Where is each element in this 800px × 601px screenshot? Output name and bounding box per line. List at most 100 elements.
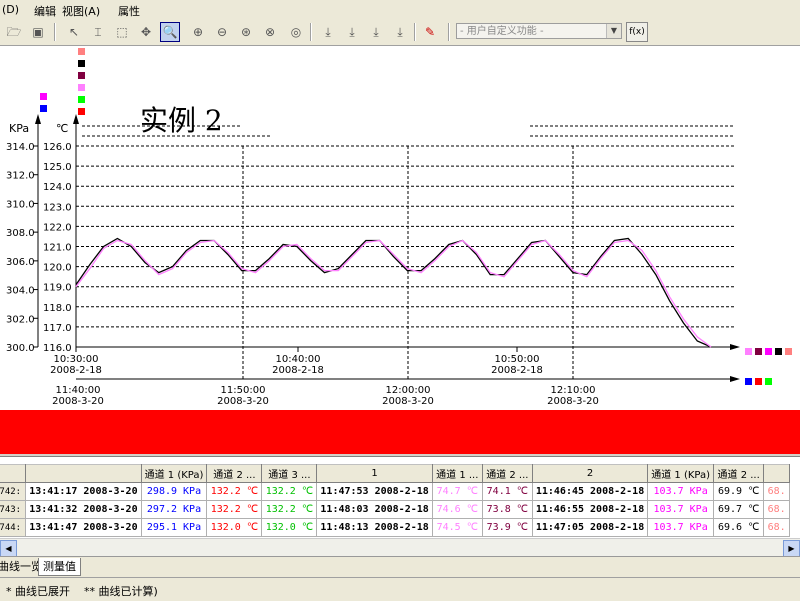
- zoom-out-icon[interactable]: ⊖: [212, 22, 232, 42]
- tick-labels: 126.0 125.0 124.0 123.0 122.0 121.0 120.0 119.0…: [6, 142, 599, 407]
- table-cell: 295.1 KPa: [140, 518, 208, 537]
- column-header[interactable]: 通道 2 ...: [713, 464, 765, 483]
- column-header[interactable]: 通道 1 (KPa): [647, 464, 715, 483]
- table-row[interactable]: 0742:13:41:17 2008-3-20298.9 KPa132.2 ℃1…: [0, 482, 790, 501]
- column-header[interactable]: 1: [316, 464, 433, 483]
- column-header[interactable]: 通道 1 (KPa): [140, 464, 208, 483]
- zoom-y-icon[interactable]: ⊗: [260, 22, 280, 42]
- horizontal-scrollbar[interactable]: ◀ ▶: [0, 538, 800, 557]
- column-header[interactable]: 通道 2 ...: [206, 464, 263, 483]
- table-cell: 132.2 ℃: [206, 500, 263, 519]
- legend-swatch: [755, 348, 762, 355]
- right-tick-label: 124.0: [43, 182, 72, 193]
- x-tick-label: 12:10:00: [551, 385, 596, 396]
- tab-measurements[interactable]: 测量值: [38, 558, 81, 576]
- toolbar-separator: [448, 23, 450, 41]
- toolbar: 🗁 ▣ ↖ ⌶ ⬚ ✥ 🔍 ⊕ ⊖ ⊛ ⊗ ◎ ⤓ ⤓ ⤓ ⤓ ✎ - 用户自定…: [0, 19, 800, 46]
- right-tick-label: 121.0: [43, 243, 72, 254]
- toolbar-separator: [54, 23, 56, 41]
- table-cell: 11:46:55 2008-2-18: [531, 500, 649, 519]
- legend-swatch: [40, 105, 47, 112]
- table-cell: 132.0 ℃: [206, 518, 263, 537]
- table-cell: 73.8 ℃: [481, 500, 533, 519]
- measurement-table[interactable]: 通道 1 (KPa) 通道 2 ... 通道 3 ... 1 通道 1 ... …: [0, 456, 800, 539]
- menu-edit[interactable]: 编辑: [34, 3, 56, 19]
- table-row[interactable]: 0744:13:41:47 2008-3-20295.1 KPa132.0 ℃ 1…: [0, 518, 790, 537]
- scroll-right-icon[interactable]: ▶: [783, 540, 800, 557]
- zoom-all-icon[interactable]: ◎: [286, 22, 306, 42]
- column-header[interactable]: [25, 464, 142, 483]
- pen-icon[interactable]: ✎: [420, 22, 440, 42]
- column-header[interactable]: [763, 464, 790, 483]
- open-icon[interactable]: 🗁: [4, 22, 24, 42]
- table-cell: 11:48:13 2008-2-18: [316, 518, 433, 537]
- legend-swatch: [745, 378, 752, 385]
- user-function-select[interactable]: - 用户自定义功能 - ▼: [456, 23, 622, 39]
- legend-layer: [40, 48, 792, 385]
- toolbar-separator: [414, 23, 416, 41]
- legend-swatch: [765, 348, 772, 355]
- axis-arrow: [730, 376, 740, 382]
- legend-swatch: [755, 378, 762, 385]
- column-header[interactable]: 通道 3 ...: [261, 464, 318, 483]
- legend-swatch: [78, 84, 85, 91]
- fx-button[interactable]: f(x): [626, 22, 648, 42]
- table-cell: 0743:: [0, 500, 27, 519]
- table-cell: 13:41:47 2008-3-20: [25, 518, 142, 537]
- marker4-icon[interactable]: ⤓: [390, 22, 410, 42]
- axis-arrow: [730, 344, 740, 350]
- trend-chart[interactable]: 实例 2 KPa ℃ 126.0 125.0 124.0 123.0 122.0 121.…: [0, 46, 800, 410]
- cursor-icon[interactable]: ⌶: [88, 22, 108, 42]
- table-cell: 74.6 ℃: [431, 500, 483, 519]
- legend-swatch: [78, 48, 85, 55]
- menu-view[interactable]: 视图(A): [62, 3, 100, 19]
- x-tick-label: 2008-2-18: [491, 365, 543, 376]
- table-cell: 298.9 KPa: [140, 482, 208, 501]
- legend-swatch: [78, 60, 85, 67]
- scroll-left-icon[interactable]: ◀: [0, 540, 17, 557]
- column-header[interactable]: 通道 1 ...: [431, 464, 483, 483]
- legend-swatch: [78, 108, 85, 115]
- column-header: [0, 464, 27, 483]
- save-icon[interactable]: ▣: [28, 22, 48, 42]
- menu-properties[interactable]: 属性: [118, 3, 140, 19]
- table-row[interactable]: 0743:13:41:32 2008-3-20297.2 KPa132.2 ℃1…: [0, 500, 790, 519]
- axis-arrow: [73, 114, 79, 124]
- left-tick-label: 312.0: [6, 171, 35, 182]
- zoom-icon[interactable]: 🔍: [160, 22, 180, 42]
- x-tick-label: 2008-3-20: [217, 396, 269, 407]
- right-tick-label: 123.0: [43, 202, 72, 213]
- pointer-icon[interactable]: ↖: [64, 22, 84, 42]
- marker3-icon[interactable]: ⤓: [366, 22, 386, 42]
- zoom-x-icon[interactable]: ⊛: [236, 22, 256, 42]
- right-tick-label: 117.0: [43, 323, 72, 334]
- column-header[interactable]: 2: [531, 464, 649, 483]
- right-tick-label: 119.0: [43, 283, 72, 294]
- table-cell: 297.2 KPa: [140, 500, 208, 519]
- legend-swatch: [78, 72, 85, 79]
- menu-file[interactable]: (D): [2, 3, 19, 16]
- table-cell: 103.7 KPa: [647, 518, 715, 537]
- table-cell: 132.2 ℃: [261, 482, 318, 501]
- move-icon[interactable]: ✥: [136, 22, 156, 42]
- table-cell: 69.7 ℃: [713, 500, 765, 519]
- column-header[interactable]: 通道 2 ...: [481, 464, 533, 483]
- table-cell: 132.2 ℃: [261, 500, 318, 519]
- box-icon[interactable]: ⬚: [112, 22, 132, 42]
- table-cell: 0742:: [0, 482, 27, 501]
- marker1-icon[interactable]: ⤓: [318, 22, 338, 42]
- right-axis-unit: ℃: [56, 122, 68, 135]
- table-cell: 132.2 ℃: [206, 482, 263, 501]
- left-tick-label: 302.0: [6, 314, 35, 325]
- x-tick-label: 10:40:00: [276, 354, 321, 365]
- table-cell: 0744:: [0, 518, 27, 537]
- x-tick-label: 11:40:00: [56, 385, 101, 396]
- toolbar-separator: [310, 23, 312, 41]
- table-cell: 11:47:05 2008-2-18: [531, 518, 649, 537]
- marker2-icon[interactable]: ⤓: [342, 22, 362, 42]
- x-tick-label: 12:00:00: [386, 385, 431, 396]
- x-tick-label: 2008-3-20: [382, 396, 434, 407]
- chart-panel[interactable]: 实例 2 KPa ℃ 126.0 125.0 124.0 123.0 122.0 121.…: [0, 46, 800, 410]
- zoom-in-icon[interactable]: ⊕: [188, 22, 208, 42]
- chevron-down-icon[interactable]: ▼: [606, 24, 621, 38]
